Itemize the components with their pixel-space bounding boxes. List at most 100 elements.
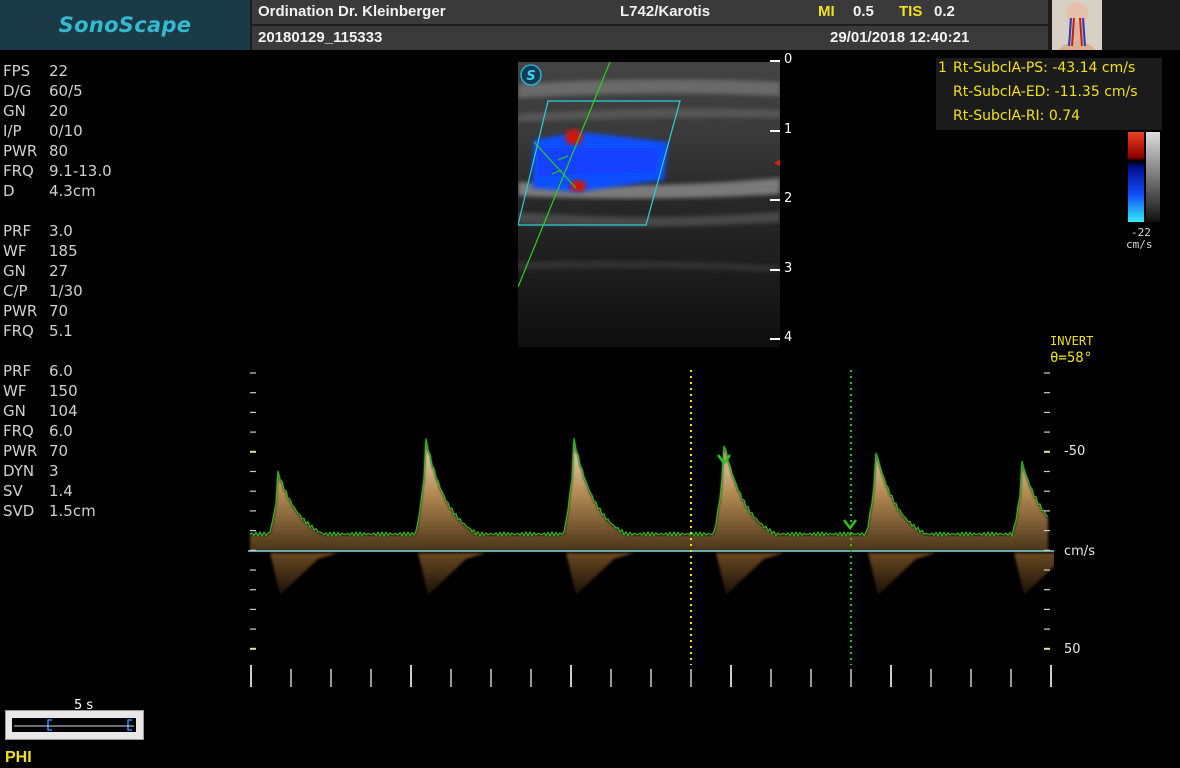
sweep-speed-scale[interactable]: 5 s (5, 698, 144, 740)
velocity-label-top: -50 (1064, 444, 1086, 459)
param-key: PWR (3, 302, 38, 320)
param-key: D/G (3, 82, 32, 100)
mirror-artifact (270, 553, 338, 595)
mirror-artifact (418, 553, 486, 595)
param-key: FPS (3, 62, 31, 80)
color-bar-unit: cm/s (1126, 238, 1153, 251)
param-key: DYN (3, 462, 35, 480)
tis-value: 0.2 (934, 3, 955, 20)
institution-name: Ordination Dr. Kleinberger (258, 3, 446, 20)
mirror-artifact (716, 553, 784, 595)
sweep-scale-bracket-icon (14, 719, 134, 731)
param-ip: I/P 0/10 (3, 122, 243, 142)
param-value: 70 (49, 442, 69, 460)
param-prf: PRF 6.0 (3, 362, 243, 382)
velocity-scale-right (1044, 372, 1050, 650)
param-value: 185 (49, 242, 78, 260)
measurement-ps: Rt-SubclA-PS: -43.14 cm/s (953, 60, 1136, 76)
velocity-scale-left (250, 372, 256, 650)
mirror-artifact (566, 553, 634, 595)
depth-tick (770, 129, 780, 132)
param-key: WF (3, 242, 27, 260)
doppler-spectrum[interactable] (248, 365, 1054, 687)
param-value: 104 (49, 402, 78, 420)
param-value: 22 (49, 62, 69, 80)
time-scale (250, 665, 1052, 687)
mi-value: 0.5 (853, 3, 874, 20)
param-wf: WF 150 (3, 382, 243, 402)
param-key: GN (3, 102, 26, 120)
param-pwr: PWR 80 (3, 142, 243, 162)
mi-label: MI (818, 3, 835, 20)
depth-label: 1 (784, 121, 793, 137)
param-key: PWR (3, 142, 38, 160)
param-value: 0/10 (49, 122, 83, 140)
param-value: 1.5cm (49, 502, 96, 520)
measurement-ed: Rt-SubclA-ED: -11.35 cm/s (953, 84, 1138, 100)
param-key: GN (3, 402, 26, 420)
param-sv: SV 1.4 (3, 482, 243, 502)
header-row-1: Ordination Dr. Kleinberger L742/Karotis … (252, 0, 1048, 24)
depth-tick (770, 268, 780, 271)
param-value: 4.3cm (49, 182, 96, 200)
param-key: GN (3, 262, 26, 280)
param-value: 6.0 (49, 362, 73, 380)
param-key: WF (3, 382, 27, 400)
param-key: PWR (3, 442, 38, 460)
param-gn: GN 20 (3, 102, 243, 122)
param-key: FRQ (3, 322, 34, 340)
param-key: C/P (3, 282, 28, 300)
param-frq: FRQ 5.1 (3, 322, 243, 342)
probe-preset: L742/Karotis (620, 3, 711, 20)
param-key: FRQ (3, 162, 34, 180)
invert-label: INVERT (1050, 334, 1094, 348)
param-key: FRQ (3, 422, 34, 440)
phi-label: PHI (5, 749, 32, 766)
brand-logo: SonoScape (0, 0, 250, 50)
param-d: D 4.3cm (3, 182, 243, 202)
param-fps: FPS 22 (3, 62, 243, 82)
param-wf: WF 185 (3, 242, 243, 262)
mirror-artifact (1014, 553, 1054, 595)
param-gn: GN 27 (3, 262, 243, 282)
measurement-ri: Rt-SubclA-RI: 0.74 (953, 108, 1081, 124)
depth-label: 3 (784, 260, 793, 276)
param-dg: D/G 60/5 (3, 82, 243, 102)
bmode-image[interactable]: S (518, 62, 780, 347)
doppler-angle[interactable]: θ=58° (1050, 350, 1092, 366)
exam-datetime: 29/01/2018 12:40:21 (830, 29, 970, 46)
param-prf: PRF 3.0 (3, 222, 243, 242)
param-cp: C/P 1/30 (3, 282, 243, 302)
depth-tick (770, 338, 780, 340)
param-value: 80 (49, 142, 69, 160)
svg-text:S: S (526, 69, 535, 84)
param-value: 60/5 (49, 82, 83, 100)
measurement-results: 1 Rt-SubclA-PS: -43.14 cm/s Rt-SubclA-ED… (936, 58, 1162, 130)
param-key: SV (3, 482, 23, 500)
param-value: 1.4 (49, 482, 73, 500)
sweep-scale-track (12, 718, 136, 732)
param-dyn: DYN 3 (3, 462, 243, 482)
param-value: 1/30 (49, 282, 83, 300)
auto-trace-envelope (249, 438, 1049, 538)
depth-label: 2 (784, 191, 793, 206)
sweep-speed-label: 5 s (74, 698, 94, 713)
brand-name: SonoScape (58, 13, 192, 37)
param-key: PRF (3, 222, 32, 240)
param-value: 9.1-13.0 (49, 162, 112, 180)
body-mark-thumbnail[interactable] (1052, 0, 1102, 50)
param-key: I/P (3, 122, 22, 140)
depth-label: 4 (784, 330, 793, 345)
param-value: 27 (49, 262, 69, 280)
param-value: 3.0 (49, 222, 73, 240)
tis-label: TIS (899, 3, 923, 20)
header-row-2: 20180129_115333 29/01/2018 12:40:21 (252, 26, 1048, 50)
neck-anatomy-icon (1052, 0, 1102, 50)
param-key: SVD (3, 502, 35, 520)
param-gn: GN 104 (3, 402, 243, 422)
param-value: 20 (49, 102, 69, 120)
param-pwr: PWR 70 (3, 442, 243, 462)
mirror-artifact (868, 553, 936, 595)
depth-label: 0 (784, 52, 793, 67)
patient-id: 20180129_115333 (258, 29, 383, 46)
